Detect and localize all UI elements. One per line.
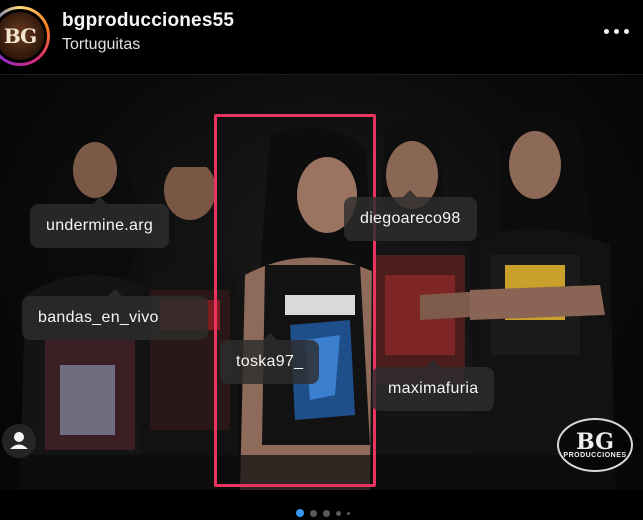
bg-producciones-watermark: BG PRODUCCIONES	[557, 418, 633, 472]
tag-bandas-en-vivo[interactable]: bandas_en_vivo	[22, 289, 208, 340]
carousel-indicator	[296, 509, 350, 517]
carousel-dot	[336, 510, 341, 516]
tag-maximafuria[interactable]: maximafuria	[372, 360, 495, 411]
tag-undermine-arg[interactable]: undermine.arg	[30, 197, 170, 248]
tag-diegoareco98[interactable]: diegoareco98	[344, 190, 477, 241]
avatar-logo: BG	[0, 12, 44, 60]
location-link[interactable]: Tortuguitas	[62, 36, 140, 54]
tag-toska97[interactable]: toska97_	[220, 333, 320, 384]
carousel-dot	[296, 509, 304, 517]
carousel-dot	[347, 511, 350, 515]
tagged-person-highlight	[214, 114, 376, 487]
user-tag-icon[interactable]	[2, 424, 36, 458]
watermark-logo: BG	[576, 428, 614, 455]
carousel-dot	[310, 509, 317, 517]
watermark-subtitle: PRODUCCIONES	[563, 451, 627, 459]
more-options-icon[interactable]	[604, 25, 634, 37]
carousel-dot	[323, 509, 330, 517]
profile-avatar[interactable]: BG	[0, 6, 50, 66]
username-link[interactable]: bgproducciones55	[62, 10, 234, 32]
post-header: BG bgproducciones55 Tortuguitas	[0, 0, 643, 74]
